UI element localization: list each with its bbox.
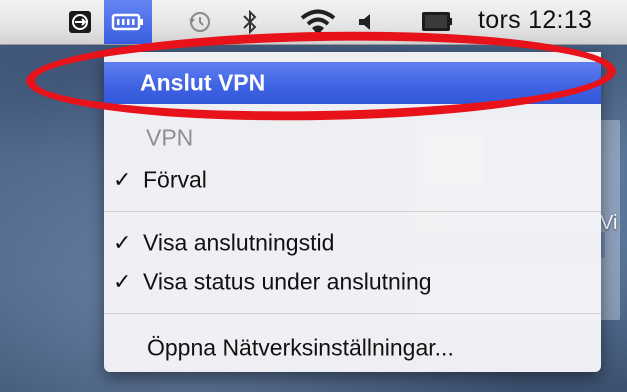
default-config-menu-item[interactable]: ✓ Förval	[104, 158, 601, 202]
default-config-label: Förval	[143, 166, 207, 193]
show-connection-time-menu-item[interactable]: ✓ Visa anslutningstid	[104, 221, 601, 265]
menu-separator	[104, 211, 601, 212]
background-window-text: Vi	[600, 212, 618, 234]
open-network-preferences-label: Öppna Nätverksinställningar...	[147, 334, 454, 361]
menu-separator	[104, 313, 601, 314]
show-status-label: Visa status under anslutning	[143, 268, 432, 295]
menu-bar-clock[interactable]: tors 12:13	[478, 6, 592, 35]
scroll-lock-icon[interactable]	[62, 0, 98, 44]
checkmark-icon: ✓	[113, 269, 132, 294]
checkmark-icon: ✓	[113, 167, 132, 192]
show-status-menu-item[interactable]: ✓ Visa status under anslutning	[104, 260, 601, 304]
show-connection-time-label: Visa anslutningstid	[143, 229, 335, 256]
vpn-section-header: VPN	[104, 118, 601, 158]
vpn-section-label: VPN	[146, 124, 194, 151]
checkmark-icon: ✓	[113, 230, 132, 255]
open-network-preferences-menu-item[interactable]: Öppna Nätverksinställningar...	[104, 326, 601, 370]
vpn-icon	[111, 13, 143, 31]
vpn-menu-extra-button[interactable]	[104, 0, 152, 44]
